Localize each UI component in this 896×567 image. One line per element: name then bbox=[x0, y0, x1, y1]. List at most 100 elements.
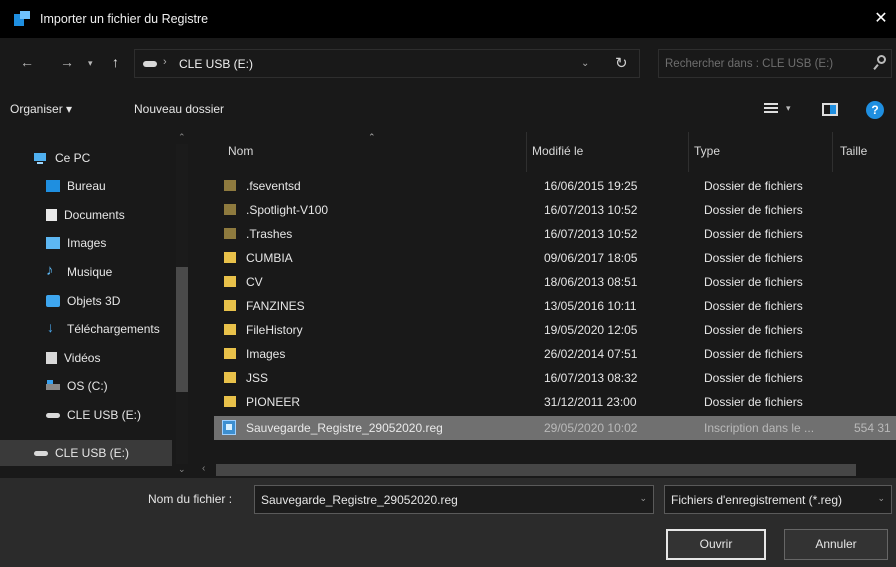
file-type: Dossier de fichiers bbox=[704, 251, 803, 265]
desktop-icon bbox=[46, 180, 60, 192]
file-modified: 16/07/2013 10:52 bbox=[544, 203, 638, 217]
sidebar-item-label: CLE USB (E:) bbox=[55, 446, 130, 460]
filename-combobox[interactable]: ⌄ bbox=[254, 485, 654, 514]
sidebar-item-images[interactable]: Images bbox=[0, 230, 172, 256]
horizontal-scrollbar-thumb[interactable] bbox=[216, 464, 856, 476]
folder-icon bbox=[224, 276, 236, 287]
sidebar-item-label: Images bbox=[67, 236, 107, 250]
sidebar-item-label: OS (C:) bbox=[67, 379, 108, 393]
registry-app-icon bbox=[14, 11, 32, 27]
os-drive-icon bbox=[46, 380, 60, 392]
open-button[interactable]: Ouvrir bbox=[666, 529, 766, 560]
folder-icon bbox=[224, 252, 236, 263]
file-list: ⌃ Nom Modifié le Type Taille .fseventsd … bbox=[200, 132, 896, 478]
search-input[interactable] bbox=[665, 54, 861, 74]
preview-pane-icon[interactable] bbox=[822, 103, 838, 116]
cancel-button[interactable]: Annuler bbox=[784, 529, 888, 560]
file-row[interactable]: .fseventsd 16/06/2015 19:25 Dossier de f… bbox=[214, 174, 896, 198]
file-name: FANZINES bbox=[246, 299, 305, 313]
refresh-icon[interactable]: ↻ bbox=[615, 54, 628, 72]
music-icon bbox=[46, 262, 60, 279]
search-icon[interactable] bbox=[873, 55, 887, 71]
sidebar-scrollbar-thumb[interactable] bbox=[176, 267, 188, 392]
close-button[interactable]: ✕ bbox=[872, 9, 890, 29]
folder-icon bbox=[224, 324, 236, 335]
sidebar-item-desktop[interactable]: Bureau bbox=[0, 173, 172, 199]
file-row[interactable]: .Spotlight-V100 16/07/2013 10:52 Dossier… bbox=[214, 198, 896, 222]
filename-input[interactable] bbox=[261, 491, 621, 509]
column-header-modified[interactable]: Modifié le bbox=[532, 144, 583, 158]
breadcrumb-chevron-icon[interactable]: › bbox=[163, 56, 167, 68]
file-row[interactable]: PIONEER 31/12/2011 23:00 Dossier de fich… bbox=[214, 390, 896, 414]
file-name: CV bbox=[246, 275, 263, 289]
column-divider[interactable] bbox=[688, 132, 689, 172]
forward-arrow-icon[interactable]: → bbox=[60, 54, 74, 70]
file-row-selected[interactable]: Sauvegarde_Registre_29052020.reg 29/05/2… bbox=[214, 416, 896, 440]
sidebar-item-documents[interactable]: Documents bbox=[0, 202, 172, 228]
file-row[interactable]: CUMBIA 09/06/2017 18:05 Dossier de fichi… bbox=[214, 246, 896, 270]
search-box[interactable] bbox=[658, 49, 892, 78]
sidebar-item-this-pc[interactable]: Ce PC bbox=[0, 145, 172, 171]
sidebar-item-usb-drive[interactable]: CLE USB (E:) bbox=[0, 402, 172, 428]
sidebar-item-label: Téléchargements bbox=[67, 322, 160, 336]
horizontal-scrollbar[interactable]: ‹ bbox=[200, 462, 896, 478]
sort-ascending-icon: ⌃ bbox=[368, 132, 376, 142]
column-header-size[interactable]: Taille bbox=[840, 144, 867, 158]
sidebar-item-label: Objets 3D bbox=[67, 294, 121, 308]
file-row[interactable]: .Trashes 16/07/2013 10:52 Dossier de fic… bbox=[214, 222, 896, 246]
folder-icon bbox=[224, 228, 236, 239]
help-icon[interactable]: ? bbox=[866, 101, 884, 119]
filetype-chevron-icon[interactable]: ⌄ bbox=[877, 493, 885, 504]
sidebar-item-downloads[interactable]: Téléchargements bbox=[0, 316, 172, 342]
sidebar-item-label: Vidéos bbox=[64, 351, 101, 365]
recent-locations-chevron-icon[interactable]: ▾ bbox=[88, 58, 93, 69]
file-row[interactable]: JSS 16/07/2013 08:32 Dossier de fichiers bbox=[214, 366, 896, 390]
up-arrow-icon[interactable]: ↑ bbox=[112, 54, 119, 70]
file-modified: 31/12/2011 23:00 bbox=[544, 395, 637, 409]
sidebar-item-label: Documents bbox=[64, 208, 125, 222]
new-folder-button[interactable]: Nouveau dossier bbox=[134, 102, 224, 116]
sidebar-item-usb-drive-root[interactable]: CLE USB (E:) bbox=[0, 440, 172, 466]
filename-dropdown-chevron-icon[interactable]: ⌄ bbox=[639, 493, 647, 504]
scroll-up-chevron-icon[interactable]: ⌃ bbox=[178, 132, 186, 143]
address-bar: ← → ▾ ↑ › CLE USB (E:) ⌄ ↻ bbox=[0, 38, 896, 88]
sidebar-item-videos[interactable]: Vidéos bbox=[0, 345, 172, 371]
view-options-chevron-icon[interactable]: ▾ bbox=[786, 103, 791, 114]
file-row[interactable]: Images 26/02/2014 07:51 Dossier de fichi… bbox=[214, 342, 896, 366]
file-row[interactable]: FANZINES 13/05/2016 10:11 Dossier de fic… bbox=[214, 294, 896, 318]
column-header-type[interactable]: Type bbox=[694, 144, 720, 158]
view-options-icon[interactable] bbox=[764, 103, 778, 117]
file-size: 554 31 bbox=[854, 421, 891, 435]
path-breadcrumb[interactable]: › CLE USB (E:) ⌄ ↻ bbox=[134, 49, 640, 78]
file-name: Images bbox=[246, 347, 286, 361]
file-type: Dossier de fichiers bbox=[704, 299, 803, 313]
file-row[interactable]: CV 18/06/2013 08:51 Dossier de fichiers bbox=[214, 270, 896, 294]
path-history-chevron-icon[interactable]: ⌄ bbox=[581, 58, 589, 69]
title-bar: Importer un fichier du Registre ✕ bbox=[0, 0, 896, 38]
sidebar-item-music[interactable]: Musique bbox=[0, 259, 172, 285]
scroll-down-chevron-icon[interactable]: ⌄ bbox=[178, 464, 186, 475]
usb-drive-icon bbox=[46, 409, 60, 421]
sidebar-item-label: Ce PC bbox=[55, 151, 91, 165]
sidebar-item-3d-objects[interactable]: Objets 3D bbox=[0, 288, 172, 314]
sidebar-item-os-drive[interactable]: OS (C:) bbox=[0, 373, 172, 399]
file-row[interactable]: FileHistory 19/05/2020 12:05 Dossier de … bbox=[214, 318, 896, 342]
file-name: .Spotlight-V100 bbox=[246, 203, 329, 217]
column-divider[interactable] bbox=[832, 132, 833, 172]
organize-menu-button[interactable]: Organiser ▾ bbox=[10, 102, 72, 116]
folder-icon bbox=[224, 348, 236, 359]
navigation-pane: Ce PC Bureau Documents Images Musique Ob… bbox=[0, 132, 200, 478]
usb-drive-icon bbox=[34, 447, 48, 459]
column-divider[interactable] bbox=[526, 132, 527, 172]
filetype-select[interactable]: Fichiers d'enregistrement (*.reg) ⌄ bbox=[664, 485, 892, 514]
file-type: Dossier de fichiers bbox=[704, 203, 803, 217]
file-type: Dossier de fichiers bbox=[704, 347, 803, 361]
file-type: Dossier de fichiers bbox=[704, 323, 803, 337]
file-modified: 16/06/2015 19:25 bbox=[544, 179, 638, 193]
file-name: PIONEER bbox=[246, 395, 301, 409]
folder-icon bbox=[224, 396, 236, 407]
breadcrumb-current[interactable]: CLE USB (E:) bbox=[179, 57, 253, 71]
scroll-left-chevron-icon[interactable]: ‹ bbox=[202, 463, 205, 474]
back-arrow-icon[interactable]: ← bbox=[20, 54, 34, 70]
column-header-name[interactable]: Nom bbox=[228, 144, 253, 158]
